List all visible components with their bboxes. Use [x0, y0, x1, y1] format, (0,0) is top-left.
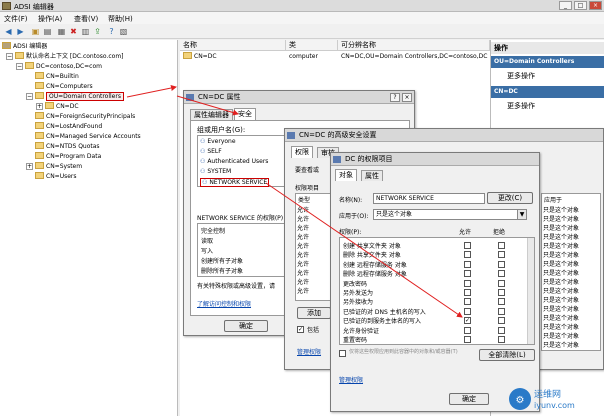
watermark-url: iyunv.com [534, 401, 575, 410]
arrow-to-security-tab [176, 95, 239, 116]
annotation-arrows [126, 85, 463, 318]
watermark-brand: 运维网 [534, 388, 561, 400]
arrow-to-list [126, 85, 177, 98]
svg-text:⚙: ⚙ [516, 395, 525, 406]
watermark-logo: ⚙ 运维网 iyunv.com [509, 388, 575, 410]
arrow-to-checkbox [265, 182, 463, 318]
